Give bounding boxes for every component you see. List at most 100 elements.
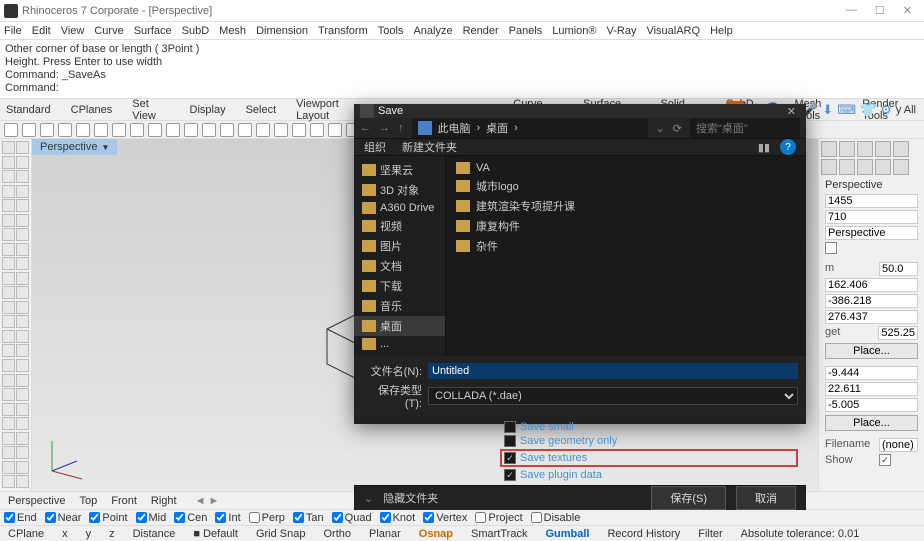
tool-icon[interactable]: [16, 170, 29, 183]
menu-render[interactable]: Render: [463, 25, 499, 37]
cancel-button[interactable]: 取消: [736, 486, 796, 510]
status-osnap[interactable]: Osnap: [415, 528, 457, 540]
save-option[interactable]: Save plugin data: [504, 469, 798, 481]
panel-checkbox[interactable]: [879, 454, 891, 466]
toolbar-icon[interactable]: [184, 123, 198, 137]
osnap-knot[interactable]: Knot: [380, 512, 416, 524]
tool-icon[interactable]: [16, 141, 29, 154]
toolbar-icon[interactable]: [112, 123, 126, 137]
tool-icon[interactable]: [2, 272, 15, 285]
menu-dimension[interactable]: Dimension: [256, 25, 308, 37]
tool-icon[interactable]: [2, 199, 15, 212]
tab-standard[interactable]: Standard: [6, 104, 51, 116]
menu-tools[interactable]: Tools: [378, 25, 404, 37]
tool-icon[interactable]: [2, 156, 15, 169]
filetype-select[interactable]: COLLADA (*.dae): [428, 387, 798, 405]
maximize-icon[interactable]: ☐: [875, 4, 885, 17]
status-default[interactable]: ■ Default: [189, 528, 242, 540]
tool-icon[interactable]: [16, 446, 29, 459]
menu-edit[interactable]: Edit: [32, 25, 51, 37]
tree-item[interactable]: 文档: [354, 256, 445, 276]
viewtab-front[interactable]: Front: [111, 495, 137, 507]
panel-icon[interactable]: [821, 141, 837, 157]
panel-icon[interactable]: [875, 141, 891, 157]
toolbar-icon[interactable]: [202, 123, 216, 137]
osnap-int[interactable]: Int: [215, 512, 240, 524]
tab-scroll[interactable]: ◄ ►: [195, 495, 220, 507]
menu-curve[interactable]: Curve: [94, 25, 123, 37]
file-item[interactable]: 建筑渲染专项提升课: [450, 196, 802, 216]
tool-icon[interactable]: [2, 141, 15, 154]
osnap-vertex[interactable]: Vertex: [423, 512, 467, 524]
tool-icon[interactable]: [16, 199, 29, 212]
tree-item[interactable]: 坚果云: [354, 160, 445, 180]
panel-value[interactable]: 276.437: [825, 310, 918, 324]
ime-icon-7[interactable]: ⚙: [880, 102, 892, 118]
dialog-close-icon[interactable]: ✕: [783, 105, 800, 118]
status-x[interactable]: x: [58, 528, 72, 540]
panel-value[interactable]: -9.444: [825, 366, 918, 380]
status-cplane[interactable]: CPlane: [4, 528, 48, 540]
toolbar-icon[interactable]: [94, 123, 108, 137]
viewtab-perspective[interactable]: Perspective: [8, 495, 65, 507]
tool-icon[interactable]: [16, 403, 29, 416]
close-icon[interactable]: ✕: [903, 4, 912, 17]
help-icon[interactable]: ?: [780, 139, 796, 155]
tool-icon[interactable]: [2, 170, 15, 183]
menu-mesh[interactable]: Mesh: [219, 25, 246, 37]
tool-icon[interactable]: [16, 417, 29, 430]
tool-icon[interactable]: [2, 344, 15, 357]
menu-v-ray[interactable]: V-Ray: [606, 25, 636, 37]
tool-icon[interactable]: [2, 374, 15, 387]
viewtab-right[interactable]: Right: [151, 495, 177, 507]
toolbar-icon[interactable]: [22, 123, 36, 137]
toolbar-icon[interactable]: [220, 123, 234, 137]
tool-icon[interactable]: [2, 461, 15, 474]
file-item[interactable]: 杂件: [450, 236, 802, 256]
toolbar-icon[interactable]: [130, 123, 144, 137]
save-option[interactable]: Save textures: [500, 449, 798, 467]
menu-lumion®[interactable]: Lumion®: [552, 25, 596, 37]
osnap-quad[interactable]: Quad: [332, 512, 372, 524]
tree-item[interactable]: 音乐: [354, 296, 445, 316]
toolbar-icon[interactable]: [238, 123, 252, 137]
tree-item[interactable]: 视频: [354, 216, 445, 236]
menu-surface[interactable]: Surface: [134, 25, 172, 37]
tool-icon[interactable]: [2, 315, 15, 328]
menu-subd[interactable]: SubD: [182, 25, 210, 37]
panel-icon[interactable]: [893, 159, 909, 175]
tool-icon[interactable]: [16, 272, 29, 285]
save-button[interactable]: 保存(S): [651, 486, 726, 510]
up-icon[interactable]: ↑: [398, 122, 404, 134]
tree-item[interactable]: 图片: [354, 236, 445, 256]
organize-menu[interactable]: 组织: [364, 139, 386, 155]
status-z[interactable]: z: [105, 528, 119, 540]
tool-icon[interactable]: [16, 388, 29, 401]
tool-icon[interactable]: [16, 185, 29, 198]
osnap-end[interactable]: End: [4, 512, 37, 524]
viewtab-top[interactable]: Top: [79, 495, 97, 507]
panel-value[interactable]: 50.0: [879, 262, 918, 276]
osnap-mid[interactable]: Mid: [136, 512, 167, 524]
menu-visualarq[interactable]: VisualARQ: [646, 25, 700, 37]
menu-panels[interactable]: Panels: [509, 25, 543, 37]
path-seg[interactable]: 此电脑: [438, 120, 471, 136]
ime-icon-5[interactable]: ⌨: [837, 102, 856, 118]
viewport-tab[interactable]: Perspective ▼: [32, 139, 117, 155]
tool-icon[interactable]: [16, 374, 29, 387]
option-checkbox[interactable]: [504, 435, 516, 447]
tool-icon[interactable]: [2, 432, 15, 445]
osnap-near[interactable]: Near: [45, 512, 82, 524]
option-checkbox[interactable]: [504, 452, 516, 464]
command-area[interactable]: Other corner of base or length ( 3Point …: [0, 40, 924, 99]
option-checkbox[interactable]: [504, 421, 516, 433]
forward-icon[interactable]: →: [379, 122, 390, 134]
tool-icon[interactable]: [16, 475, 29, 488]
tool-icon[interactable]: [2, 388, 15, 401]
search-input[interactable]: 搜索"桌面": [690, 118, 800, 138]
toolbar-icon[interactable]: [328, 123, 342, 137]
tree-item[interactable]: 3D 对象: [354, 180, 445, 200]
toolbar-icon[interactable]: [40, 123, 54, 137]
tool-icon[interactable]: [16, 214, 29, 227]
menu-file[interactable]: File: [4, 25, 22, 37]
